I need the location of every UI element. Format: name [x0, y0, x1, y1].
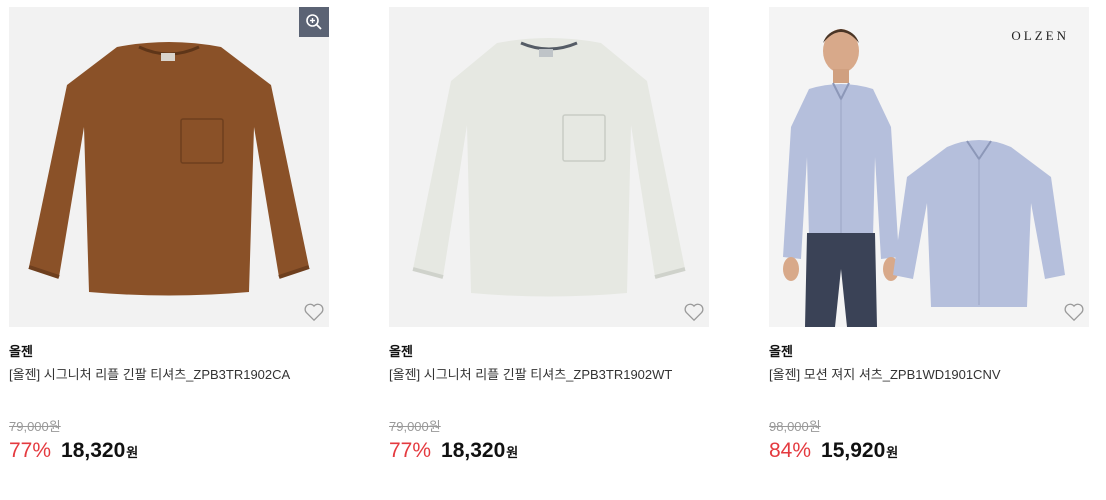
- price-row: 77% 18,320 원: [9, 439, 138, 463]
- zoom-in-icon: [306, 14, 322, 30]
- sale-price: 18,320: [61, 439, 126, 462]
- original-price: 79,000원: [9, 419, 61, 434]
- brand-name: 올젠: [769, 344, 793, 359]
- currency-unit: 원: [126, 445, 139, 460]
- product-image[interactable]: OLZEN: [769, 7, 1089, 327]
- zoom-button[interactable]: [299, 7, 329, 37]
- discount-rate: 84%: [769, 439, 812, 462]
- product-name[interactable]: [올젠] 시그니처 리플 긴팔 티셔츠_ZPB3TR1902CA: [9, 364, 290, 383]
- product-card[interactable]: OLZEN 올젠 [올젠] 모션 져지 셔츠_ZPB1WD1901CNV 98,…: [769, 7, 1089, 487]
- model-dress-shirt-image: [783, 29, 1065, 327]
- brand-name: 올젠: [9, 344, 33, 359]
- brand-name: 올젠: [389, 344, 413, 359]
- discount-rate: 77%: [389, 439, 432, 462]
- discount-rate: 77%: [9, 439, 52, 462]
- currency-unit: 원: [886, 445, 899, 460]
- price-row: 77% 18,320 원: [389, 439, 518, 463]
- original-price: 79,000원: [389, 419, 441, 434]
- product-image[interactable]: [389, 7, 709, 327]
- heart-outline-icon[interactable]: [683, 302, 705, 322]
- brand-logo-text: OLZEN: [1011, 28, 1069, 43]
- price-row: 84% 15,920 원: [769, 439, 898, 463]
- original-price: 98,000원: [769, 419, 821, 434]
- product-card[interactable]: 올젠 [올젠] 시그니처 리플 긴팔 티셔츠_ZPB3TR1902CA 79,0…: [9, 7, 329, 487]
- product-name[interactable]: [올젠] 시그니처 리플 긴팔 티셔츠_ZPB3TR1902WT: [389, 364, 672, 383]
- product-image[interactable]: [9, 7, 329, 327]
- product-card[interactable]: 올젠 [올젠] 시그니처 리플 긴팔 티셔츠_ZPB3TR1902WT 79,0…: [389, 7, 709, 487]
- currency-unit: 원: [506, 445, 519, 460]
- sale-price: 18,320: [441, 439, 506, 462]
- heart-outline-icon[interactable]: [1063, 302, 1085, 322]
- sale-price: 15,920: [821, 439, 886, 462]
- product-grid: 올젠 [올젠] 시그니처 리플 긴팔 티셔츠_ZPB3TR1902CA 79,0…: [0, 0, 1106, 500]
- heart-outline-icon[interactable]: [303, 302, 325, 322]
- brown-long-sleeve-tshirt-image: [28, 42, 310, 296]
- white-long-sleeve-tshirt-image: [412, 38, 686, 297]
- product-name[interactable]: [올젠] 모션 져지 셔츠_ZPB1WD1901CNV: [769, 364, 1001, 383]
